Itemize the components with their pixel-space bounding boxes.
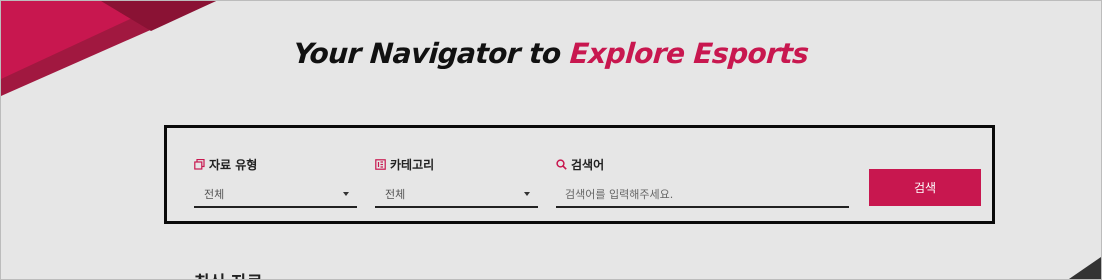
search-button[interactable]: 검색 [869,169,981,206]
category-label: 카테고리 [375,156,538,172]
hero-title: Your Navigator to Explore Esports [1,37,1101,70]
keyword-label-text: 검색어 [571,157,605,172]
category-select[interactable]: 전체 [375,180,538,208]
keyword-label: 검색어 [556,156,851,172]
search-icon [556,158,567,170]
page: Your Navigator to Explore Esports 자료 유형 … [0,0,1102,280]
category-label-text: 카테고리 [390,157,435,172]
category-select-value: 전체 [385,188,406,201]
recent-section-title: 최신 자료 [194,268,262,279]
documents-icon [194,158,205,170]
category-field: 카테고리 전체 [375,156,538,208]
type-select[interactable]: 전체 [194,180,357,208]
type-field: 자료 유형 전체 [194,156,357,208]
type-select-value: 전체 [204,188,225,201]
hero-title-part2: Explore Esports [568,37,810,70]
corner-decoration-bottom [1069,257,1101,279]
search-panel: 자료 유형 전체 카테고리 전체 검색어 검색어를 입력해주세요. 검색 [164,125,995,224]
dropdown-caret-icon [524,192,530,196]
hero-title-part1: Your Navigator to [292,37,562,70]
type-label: 자료 유형 [194,156,357,172]
type-label-text: 자료 유형 [209,157,258,172]
keyword-input[interactable]: 검색어를 입력해주세요. [556,180,849,208]
category-grid-icon [375,158,386,170]
dropdown-caret-icon [343,192,349,196]
keyword-field: 검색어 검색어를 입력해주세요. [556,156,851,208]
keyword-placeholder: 검색어를 입력해주세요. [565,188,674,201]
